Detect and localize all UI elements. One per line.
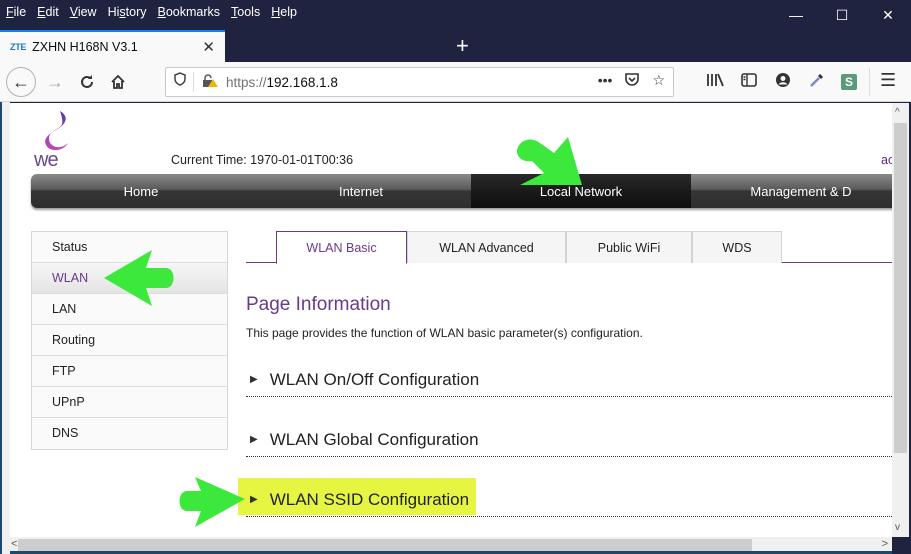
extension-s-icon[interactable]: S bbox=[841, 74, 857, 90]
sidebar-icon[interactable] bbox=[739, 73, 759, 91]
section-wlan-onoff[interactable]: ▶ WLAN On/Off Configuration bbox=[246, 363, 892, 397]
menu-edit[interactable]: Edit bbox=[37, 5, 59, 19]
scroll-up-icon[interactable]: ^ bbox=[895, 107, 900, 118]
library-icon[interactable] bbox=[705, 72, 725, 92]
expand-triangle-icon: ▶ bbox=[250, 434, 258, 445]
section-label: WLAN On/Off Configuration bbox=[269, 369, 480, 389]
horizontal-scroll-thumb[interactable] bbox=[18, 539, 752, 551]
minimize-button[interactable]: — bbox=[773, 0, 819, 30]
hamburger-menu-icon[interactable]: ☰ bbox=[880, 70, 896, 91]
zte-favicon-icon: ZTE bbox=[10, 42, 27, 52]
navigation-toolbar: ← → https://192.168.1.8 ••• ☆ S ☰ bbox=[0, 62, 911, 102]
annotation-arrow-icon bbox=[104, 250, 174, 306]
main-nav-home[interactable]: Home bbox=[31, 174, 251, 208]
tab-wlan-advanced[interactable]: WLAN Advanced bbox=[407, 231, 566, 263]
main-nav: Home Internet Local Network Management &… bbox=[31, 174, 892, 208]
expand-triangle-icon: ▶ bbox=[250, 494, 258, 505]
pocket-icon[interactable] bbox=[624, 72, 640, 89]
side-menu-dns[interactable]: DNS bbox=[32, 418, 227, 449]
reload-button[interactable] bbox=[72, 67, 102, 97]
scroll-right-icon[interactable]: > bbox=[882, 538, 888, 550]
url-bar[interactable]: https://192.168.1.8 ••• ☆ bbox=[165, 67, 674, 97]
account-icon[interactable] bbox=[773, 72, 793, 92]
tab-strip: ZTE ZXHN H168N V3.1 ✕ + bbox=[0, 30, 911, 62]
menu-file[interactable]: File bbox=[6, 5, 26, 19]
section-label: WLAN Global Configuration bbox=[269, 429, 479, 449]
vertical-scrollbar[interactable]: ^ v bbox=[892, 103, 909, 537]
bookmark-star-icon[interactable]: ☆ bbox=[652, 72, 665, 89]
url-input[interactable]: https://192.168.1.8 bbox=[226, 75, 338, 90]
menu-help[interactable]: Help bbox=[271, 5, 297, 19]
eyedropper-icon[interactable] bbox=[807, 72, 827, 92]
user-account-link[interactable]: ac bbox=[881, 153, 892, 167]
tab-close-icon[interactable]: ✕ bbox=[202, 38, 215, 56]
new-tab-button[interactable]: + bbox=[456, 33, 469, 59]
tab-public-wifi[interactable]: Public WiFi bbox=[566, 231, 692, 263]
expand-triangle-icon: ▶ bbox=[250, 374, 258, 385]
annotation-arrow-icon bbox=[516, 137, 582, 185]
page-content: we Current Time: 1970-01-01T00:36 ac Hom… bbox=[10, 103, 892, 537]
forward-button[interactable]: → bbox=[40, 67, 70, 97]
home-button[interactable] bbox=[103, 67, 133, 97]
section-wlan-ssid[interactable]: ▶ WLAN SSID Configuration bbox=[246, 483, 892, 517]
section-wlan-global[interactable]: ▶ WLAN Global Configuration bbox=[246, 423, 892, 457]
menu-history[interactable]: History bbox=[108, 5, 147, 19]
scroll-down-icon[interactable]: v bbox=[895, 522, 900, 533]
page-description: This page provides the function of WLAN … bbox=[246, 326, 643, 340]
section-label: WLAN SSID Configuration bbox=[269, 489, 470, 509]
window-controls: — ☐ ✕ bbox=[773, 0, 911, 30]
menu-tools[interactable]: Tools bbox=[231, 5, 260, 19]
maximize-button[interactable]: ☐ bbox=[819, 0, 865, 30]
horizontal-scrollbar[interactable]: < > bbox=[10, 537, 892, 554]
sub-tabs: WLAN Basic WLAN Advanced Public WiFi WDS bbox=[246, 231, 892, 264]
side-menu-ftp[interactable]: FTP bbox=[32, 356, 227, 387]
menu-bookmarks[interactable]: Bookmarks bbox=[158, 5, 221, 19]
we-logo-text: we bbox=[34, 149, 59, 171]
close-window-button[interactable]: ✕ bbox=[865, 0, 911, 30]
main-nav-internet[interactable]: Internet bbox=[251, 174, 471, 208]
main-nav-management[interactable]: Management & D bbox=[691, 174, 892, 208]
toolbar-separator bbox=[869, 68, 870, 96]
side-menu-routing[interactable]: Routing bbox=[32, 325, 227, 356]
page-actions-icon[interactable]: ••• bbox=[598, 72, 613, 89]
annotation-arrow-icon bbox=[179, 477, 245, 527]
tab-wlan-basic[interactable]: WLAN Basic bbox=[276, 231, 407, 264]
home-icon bbox=[111, 74, 125, 89]
page-title: Page Information bbox=[246, 294, 391, 315]
tab-wds[interactable]: WDS bbox=[692, 231, 782, 263]
menu-view[interactable]: View bbox=[70, 5, 97, 19]
back-button[interactable]: ← bbox=[6, 67, 36, 97]
vertical-scroll-thumb[interactable] bbox=[894, 123, 907, 453]
window-left-border bbox=[0, 102, 10, 554]
insecure-lock-icon[interactable] bbox=[202, 73, 218, 91]
scroll-left-icon[interactable]: < bbox=[11, 538, 17, 550]
current-time: Current Time: 1970-01-01T00:36 bbox=[171, 153, 354, 167]
reload-icon bbox=[81, 75, 93, 88]
tracking-shield-icon[interactable] bbox=[166, 72, 194, 92]
browser-tab[interactable]: ZTE ZXHN H168N V3.1 ✕ bbox=[0, 30, 225, 62]
browser-window: File Edit View History Bookmarks Tools H… bbox=[0, 0, 911, 554]
side-menu-upnp[interactable]: UPnP bbox=[32, 387, 227, 418]
tab-title: ZXHN H168N V3.1 bbox=[32, 40, 138, 54]
